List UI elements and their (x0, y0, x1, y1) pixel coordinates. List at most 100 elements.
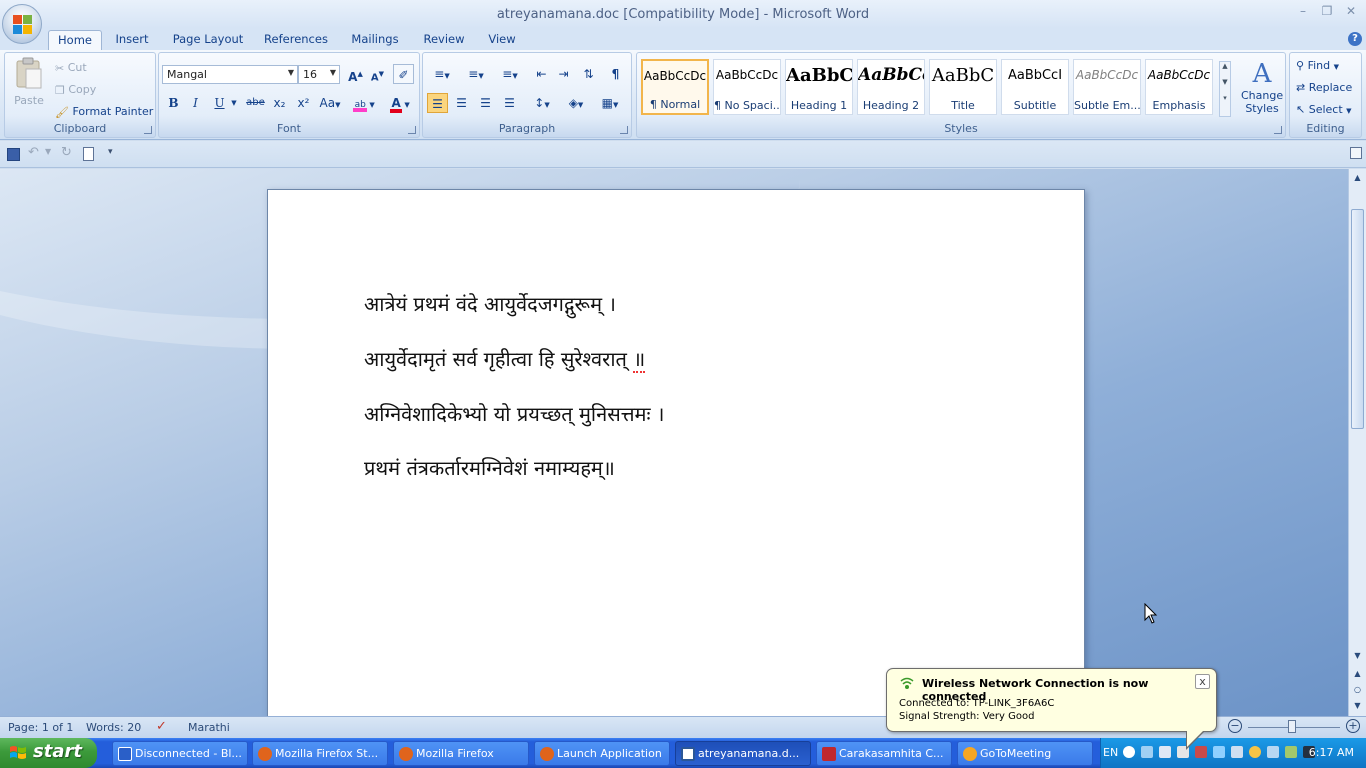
font-color-button[interactable]: A ▼ (385, 93, 415, 113)
view-ruler-icon[interactable] (1350, 147, 1362, 159)
network-icon[interactable] (1141, 746, 1153, 758)
shrink-font-button[interactable]: A▼ (367, 64, 388, 84)
subscript-button[interactable]: x₂ (269, 93, 290, 113)
browse-object-icon[interactable]: ○ (1351, 683, 1364, 696)
previous-page-icon[interactable]: ▲ (1351, 667, 1364, 680)
scrollbar-thumb[interactable] (1351, 209, 1364, 429)
taskbar-item-acrobat[interactable]: Carakasamhita C... (816, 741, 952, 766)
taskbar-item-word[interactable]: atreyanamana.d... (675, 741, 811, 766)
sort-icon[interactable]: ⇅ (578, 64, 599, 84)
chevron-down-icon[interactable]: ▼ (45, 147, 51, 156)
document-line-4[interactable]: प्रथमं तंत्रकर्तारमग्निवेशं नमाम्यहम्॥ (364, 454, 615, 481)
page-count[interactable]: Page: 1 of 1 (8, 721, 73, 734)
paragraph-launcher-icon[interactable] (620, 126, 628, 134)
clear-formatting-icon[interactable]: ✐ (393, 64, 414, 84)
style-subtitle[interactable]: AaBbCcI Subtitle (1001, 59, 1069, 115)
tab-mailings[interactable]: Mailings (344, 30, 406, 50)
scroll-up-icon[interactable]: ▲ (1351, 171, 1364, 184)
align-right-icon[interactable]: ☰ (475, 93, 496, 113)
paste-button[interactable]: Paste (11, 57, 47, 113)
customize-toolbar-icon[interactable]: ▾ (108, 147, 113, 157)
shading-icon[interactable]: ◈▼ (561, 93, 591, 113)
font-launcher-icon[interactable] (408, 126, 416, 134)
show-marks-button[interactable]: ¶ (605, 64, 626, 84)
cut-button[interactable]: ✂ Cut (55, 61, 87, 75)
italic-button[interactable]: I (185, 93, 206, 113)
change-case-button[interactable]: Aa▼ (317, 93, 343, 113)
taskbar-item-firefox-2[interactable]: Mozilla Firefox (393, 741, 529, 766)
help-icon[interactable]: ? (1348, 32, 1362, 46)
copy-button[interactable]: ❐ Copy (55, 83, 96, 97)
justify-icon[interactable]: ☰ (499, 93, 520, 113)
balloon-close-button[interactable]: x (1195, 674, 1210, 689)
align-left-icon[interactable]: ☰ (427, 93, 448, 113)
clock[interactable]: 6:17 AM (1309, 746, 1354, 759)
select-button[interactable]: ↖ Select ▼ (1296, 103, 1352, 116)
tray-app-icon[interactable] (1285, 746, 1297, 758)
numbering-icon[interactable]: ≡▼ (461, 64, 491, 84)
wireless-icon[interactable] (1213, 746, 1225, 758)
borders-icon[interactable]: ▦▼ (595, 93, 625, 113)
next-page-icon[interactable]: ▼ (1351, 699, 1364, 712)
tray-app-icon[interactable] (1159, 746, 1171, 758)
line-spacing-icon[interactable]: ↕▼ (527, 93, 557, 113)
align-center-icon[interactable]: ☰ (451, 93, 472, 113)
find-button[interactable]: ⚲ Find ▼ (1296, 59, 1339, 72)
strikethrough-button[interactable]: abe (245, 93, 266, 113)
zoom-in-icon[interactable]: + (1346, 719, 1360, 733)
scroll-down-icon[interactable]: ▼ (1351, 649, 1364, 662)
tab-references[interactable]: References (262, 30, 330, 50)
tab-review[interactable]: Review (418, 30, 470, 50)
style-heading-1[interactable]: AaBbC Heading 1 (785, 59, 853, 115)
style-heading-2[interactable]: AaBbCc Heading 2 (857, 59, 925, 115)
underline-button[interactable]: U (209, 93, 230, 113)
word-count[interactable]: Words: 20 (86, 721, 141, 734)
increase-indent-icon[interactable]: ⇥ (553, 64, 574, 84)
style-subtle-emphasis[interactable]: AaBbCcDc Subtle Em... (1073, 59, 1141, 115)
language-indicator[interactable]: Marathi (188, 721, 230, 734)
vertical-scrollbar[interactable]: ▲ ▼ ▲ ○ ▼ (1348, 169, 1366, 716)
proofing-icon[interactable]: ✓ (156, 719, 167, 734)
new-document-icon[interactable] (83, 147, 94, 161)
redo-icon[interactable]: ↻ (61, 145, 72, 160)
tray-expand-icon[interactable] (1123, 746, 1135, 758)
change-styles-button[interactable]: A Change Styles (1241, 59, 1283, 115)
styles-gallery-scroll[interactable]: ▲ ▼ ▾ (1219, 61, 1231, 117)
chevron-down-icon[interactable]: ▼ (229, 93, 239, 113)
minimize-button[interactable]: – (1292, 4, 1314, 22)
multilevel-list-icon[interactable]: ≡▼ (495, 64, 525, 84)
style-emphasis[interactable]: AaBbCcDc Emphasis (1145, 59, 1213, 115)
tray-app-icon[interactable] (1267, 746, 1279, 758)
tab-home[interactable]: Home (48, 30, 102, 50)
zoom-out-icon[interactable]: − (1228, 719, 1242, 733)
grow-font-button[interactable]: A▲ (345, 64, 366, 84)
tab-page-layout[interactable]: Page Layout (168, 30, 248, 50)
styles-launcher-icon[interactable] (1274, 126, 1282, 134)
bullets-icon[interactable]: ≡▼ (427, 64, 457, 84)
bold-button[interactable]: B (163, 93, 184, 113)
style-normal[interactable]: AaBbCcDc ¶ Normal (641, 59, 709, 115)
language-bar[interactable]: EN (1103, 746, 1118, 759)
style-title[interactable]: AaBbC Title (929, 59, 997, 115)
tab-insert[interactable]: Insert (110, 30, 154, 50)
decrease-indent-icon[interactable]: ⇤ (531, 64, 552, 84)
replace-button[interactable]: ⇄ Replace (1296, 81, 1352, 94)
start-button[interactable]: start (0, 738, 97, 768)
format-painter-button[interactable]: 🖌 Format Painter (55, 105, 153, 119)
font-size-select[interactable]: 16 ▼ (298, 65, 340, 84)
superscript-button[interactable]: x² (293, 93, 314, 113)
document-page[interactable]: आत्रेयं प्रथमं वंदे आयुर्वेदजगद्गुरूम् ।… (267, 189, 1085, 716)
save-icon[interactable] (7, 148, 20, 161)
undo-icon[interactable]: ↶ (28, 145, 39, 160)
clipboard-launcher-icon[interactable] (144, 126, 152, 134)
zoom-slider-thumb[interactable] (1288, 720, 1296, 733)
document-line-3[interactable]: अग्निवेशादिकेभ्यो यो प्रयच्छत् मुनिसत्तम… (364, 400, 664, 427)
office-button[interactable] (2, 4, 42, 44)
document-line-2[interactable]: आयुर्वेदामृतं सर्व गृहीत्वा हि सुरेश्वरा… (364, 345, 646, 373)
taskbar-item-gotomeeting[interactable]: GoToMeeting (957, 741, 1093, 766)
taskbar-item-launch-application[interactable]: Launch Application (534, 741, 670, 766)
font-family-select[interactable]: Mangal ▼ (162, 65, 298, 84)
highlight-color-button[interactable]: ab ▼ (349, 93, 379, 113)
tab-view[interactable]: View (482, 30, 522, 50)
taskbar-item-blackberry[interactable]: Disconnected - Bl... (112, 741, 248, 766)
